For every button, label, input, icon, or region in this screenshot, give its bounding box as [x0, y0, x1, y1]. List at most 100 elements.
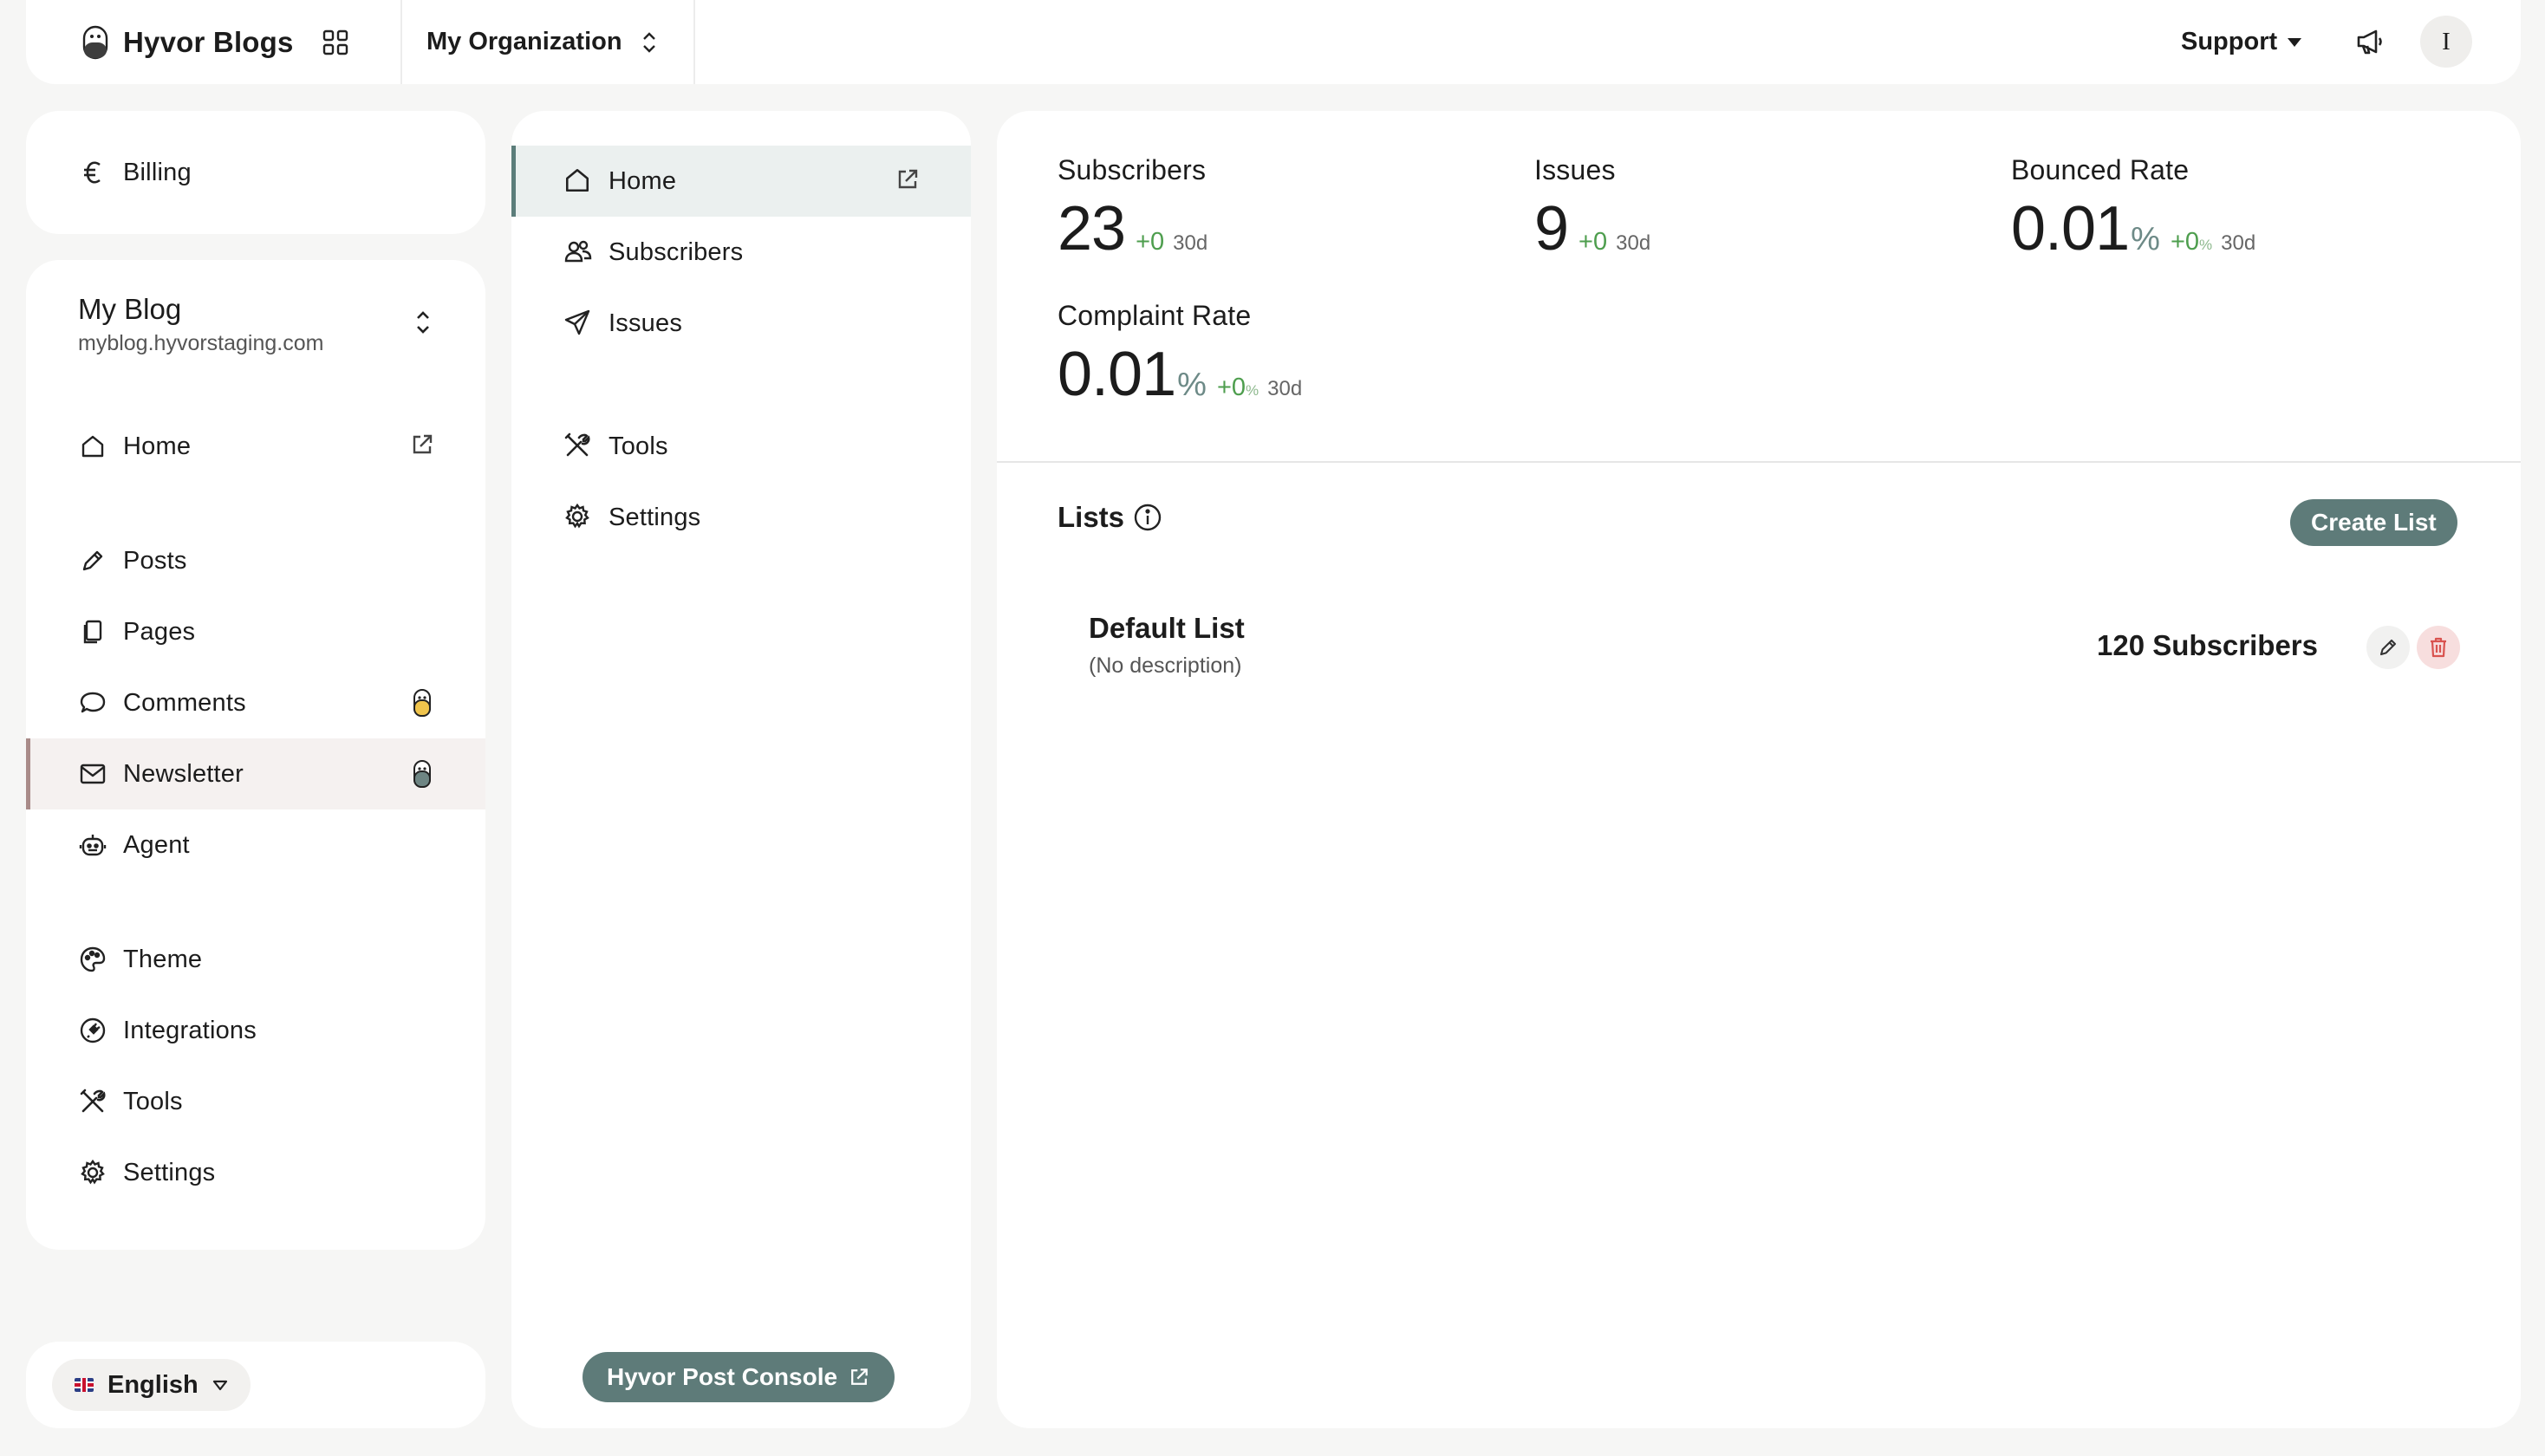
- stat-delta-unit: %: [2199, 237, 2213, 253]
- tab-label: Home: [609, 166, 677, 195]
- pages-icon: [78, 617, 107, 647]
- organization-name: My Organization: [426, 28, 622, 55]
- stat-period: 30d: [1173, 231, 1208, 255]
- stat-unit: %: [1177, 367, 1207, 403]
- support-menu[interactable]: Support: [2181, 0, 2302, 84]
- users-icon: [563, 237, 593, 267]
- sidebar-item-label: Home: [123, 432, 192, 460]
- sidebar-item-home[interactable]: Home: [26, 411, 485, 482]
- create-list-button[interactable]: Create List: [2290, 499, 2457, 546]
- newsletter-home: Subscribers 23 +0 30d Issues 9 +0 30d Bo…: [997, 111, 2521, 1428]
- tab-tools[interactable]: Tools: [511, 411, 971, 482]
- stat-period: 30d: [1267, 377, 1303, 400]
- delete-list-button[interactable]: [2417, 626, 2460, 669]
- language-card: English: [26, 1342, 485, 1428]
- support-label: Support: [2181, 28, 2278, 55]
- stat-period: 30d: [1616, 231, 1651, 255]
- hyvor-post-console-button[interactable]: Hyvor Post Console: [583, 1352, 895, 1402]
- send-icon: [563, 309, 593, 338]
- gear-icon: [78, 1158, 107, 1187]
- brand-name: Hyvor Blogs: [123, 25, 294, 58]
- chevron-down-icon: [212, 1380, 227, 1391]
- stat-issues: Issues 9 +0 30d: [1534, 154, 1650, 264]
- tab-label: Subscribers: [609, 237, 744, 266]
- tab-label: Settings: [609, 503, 701, 531]
- user-avatar[interactable]: I: [2420, 16, 2472, 68]
- home-icon: [563, 166, 593, 196]
- megaphone-icon[interactable]: [2353, 24, 2387, 59]
- sidebar-item-label: Agent: [123, 830, 190, 859]
- sidebar-item-label: Newsletter: [123, 759, 244, 788]
- stat-bounced-rate: Bounced Rate 0.01 % +0 % 30d: [2011, 154, 2255, 264]
- stat-label: Complaint Rate: [1058, 300, 1252, 331]
- list-subscriber-count: 120 Subscribers: [2097, 629, 2318, 661]
- blog-switcher[interactable]: My Blog myblog.hyvorstaging.com: [78, 293, 323, 356]
- newsletter-nav: Home Subscribers Issues Tools Settings H…: [511, 111, 971, 1428]
- language-selector[interactable]: English: [52, 1359, 251, 1411]
- billing-link[interactable]: Billing: [26, 137, 485, 208]
- hyvor-post-badge-icon: [409, 759, 439, 789]
- sidebar-item-tools[interactable]: Tools: [26, 1066, 485, 1137]
- chevron-up-down-icon: [642, 31, 655, 53]
- edit-list-button[interactable]: [2366, 626, 2410, 669]
- sidebar-item-pages[interactable]: Pages: [26, 596, 485, 667]
- stat-delta: +0: [1578, 228, 1608, 256]
- pencil-icon: [2379, 639, 2397, 656]
- tab-subscribers[interactable]: Subscribers: [511, 217, 971, 288]
- lists-title: Lists: [1058, 501, 1125, 533]
- section-divider: [997, 461, 2521, 463]
- tab-settings[interactable]: Settings: [511, 482, 971, 553]
- stat-label: Issues: [1534, 154, 1616, 185]
- divider: [400, 0, 402, 84]
- tools-icon: [563, 432, 593, 461]
- sidebar-item-label: Posts: [123, 546, 187, 575]
- chevron-up-down-icon[interactable]: [406, 305, 440, 340]
- stat-value: 0.01: [1058, 340, 1176, 409]
- pencil-icon: [78, 546, 107, 575]
- sidebar-item-agent[interactable]: Agent: [26, 809, 485, 881]
- list-item[interactable]: Default List (No description) 120 Subscr…: [1089, 612, 2460, 695]
- plug-icon: [78, 1016, 107, 1045]
- sidebar-item-posts[interactable]: Posts: [26, 525, 485, 596]
- sidebar-item-comments[interactable]: Comments: [26, 667, 485, 738]
- stat-subscribers: Subscribers 23 +0 30d: [1058, 154, 1207, 264]
- sidebar-item-theme[interactable]: Theme: [26, 924, 485, 995]
- divider: [693, 0, 695, 84]
- sidebar-item-label: Tools: [123, 1087, 183, 1115]
- home-icon: [78, 432, 107, 461]
- sidebar-item-newsletter[interactable]: Newsletter: [26, 738, 485, 809]
- tab-label: Issues: [609, 309, 683, 337]
- blog-url: myblog.hyvorstaging.com: [78, 331, 324, 355]
- gear-icon: [563, 503, 593, 532]
- sidebar-item-integrations[interactable]: Integrations: [26, 995, 485, 1066]
- stat-label: Subscribers: [1058, 154, 1207, 185]
- stat-complaint-rate: Complaint Rate 0.01 % +0 % 30d: [1058, 300, 1302, 410]
- stat-delta: +0: [2170, 228, 2200, 256]
- euro-icon: [78, 158, 107, 187]
- blog-name: My Blog: [78, 293, 182, 325]
- stat-delta-unit: %: [1246, 382, 1259, 399]
- info-icon[interactable]: [1133, 503, 1162, 532]
- uk-flag-icon: [75, 1378, 94, 1392]
- stat-period: 30d: [2221, 231, 2256, 255]
- sidebar-item-label: Theme: [123, 945, 203, 973]
- sidebar-item-label: Comments: [123, 688, 246, 717]
- hyvor-talk-badge-icon: [409, 688, 439, 718]
- apps-grid-icon[interactable]: [317, 24, 354, 61]
- external-link-icon[interactable]: [409, 432, 439, 461]
- sidebar-item-label: Settings: [123, 1158, 216, 1186]
- sidebar-item-settings[interactable]: Settings: [26, 1137, 485, 1208]
- organization-switcher[interactable]: My Organization: [426, 0, 657, 84]
- brand[interactable]: Hyvor Blogs: [81, 0, 294, 84]
- external-link-icon[interactable]: [895, 166, 924, 196]
- blog-sidebar: My Blog myblog.hyvorstaging.com Home Pos…: [26, 260, 485, 1250]
- billing-card: Billing: [26, 111, 485, 234]
- tab-issues[interactable]: Issues: [511, 288, 971, 359]
- stat-unit: %: [2131, 221, 2160, 257]
- stat-value: 23: [1058, 194, 1126, 263]
- chat-bubble-icon: [78, 688, 107, 718]
- tab-home[interactable]: Home: [511, 146, 971, 217]
- palette-icon: [78, 945, 107, 974]
- stat-value: 9: [1534, 194, 1569, 263]
- sidebar-item-label: Pages: [123, 617, 196, 646]
